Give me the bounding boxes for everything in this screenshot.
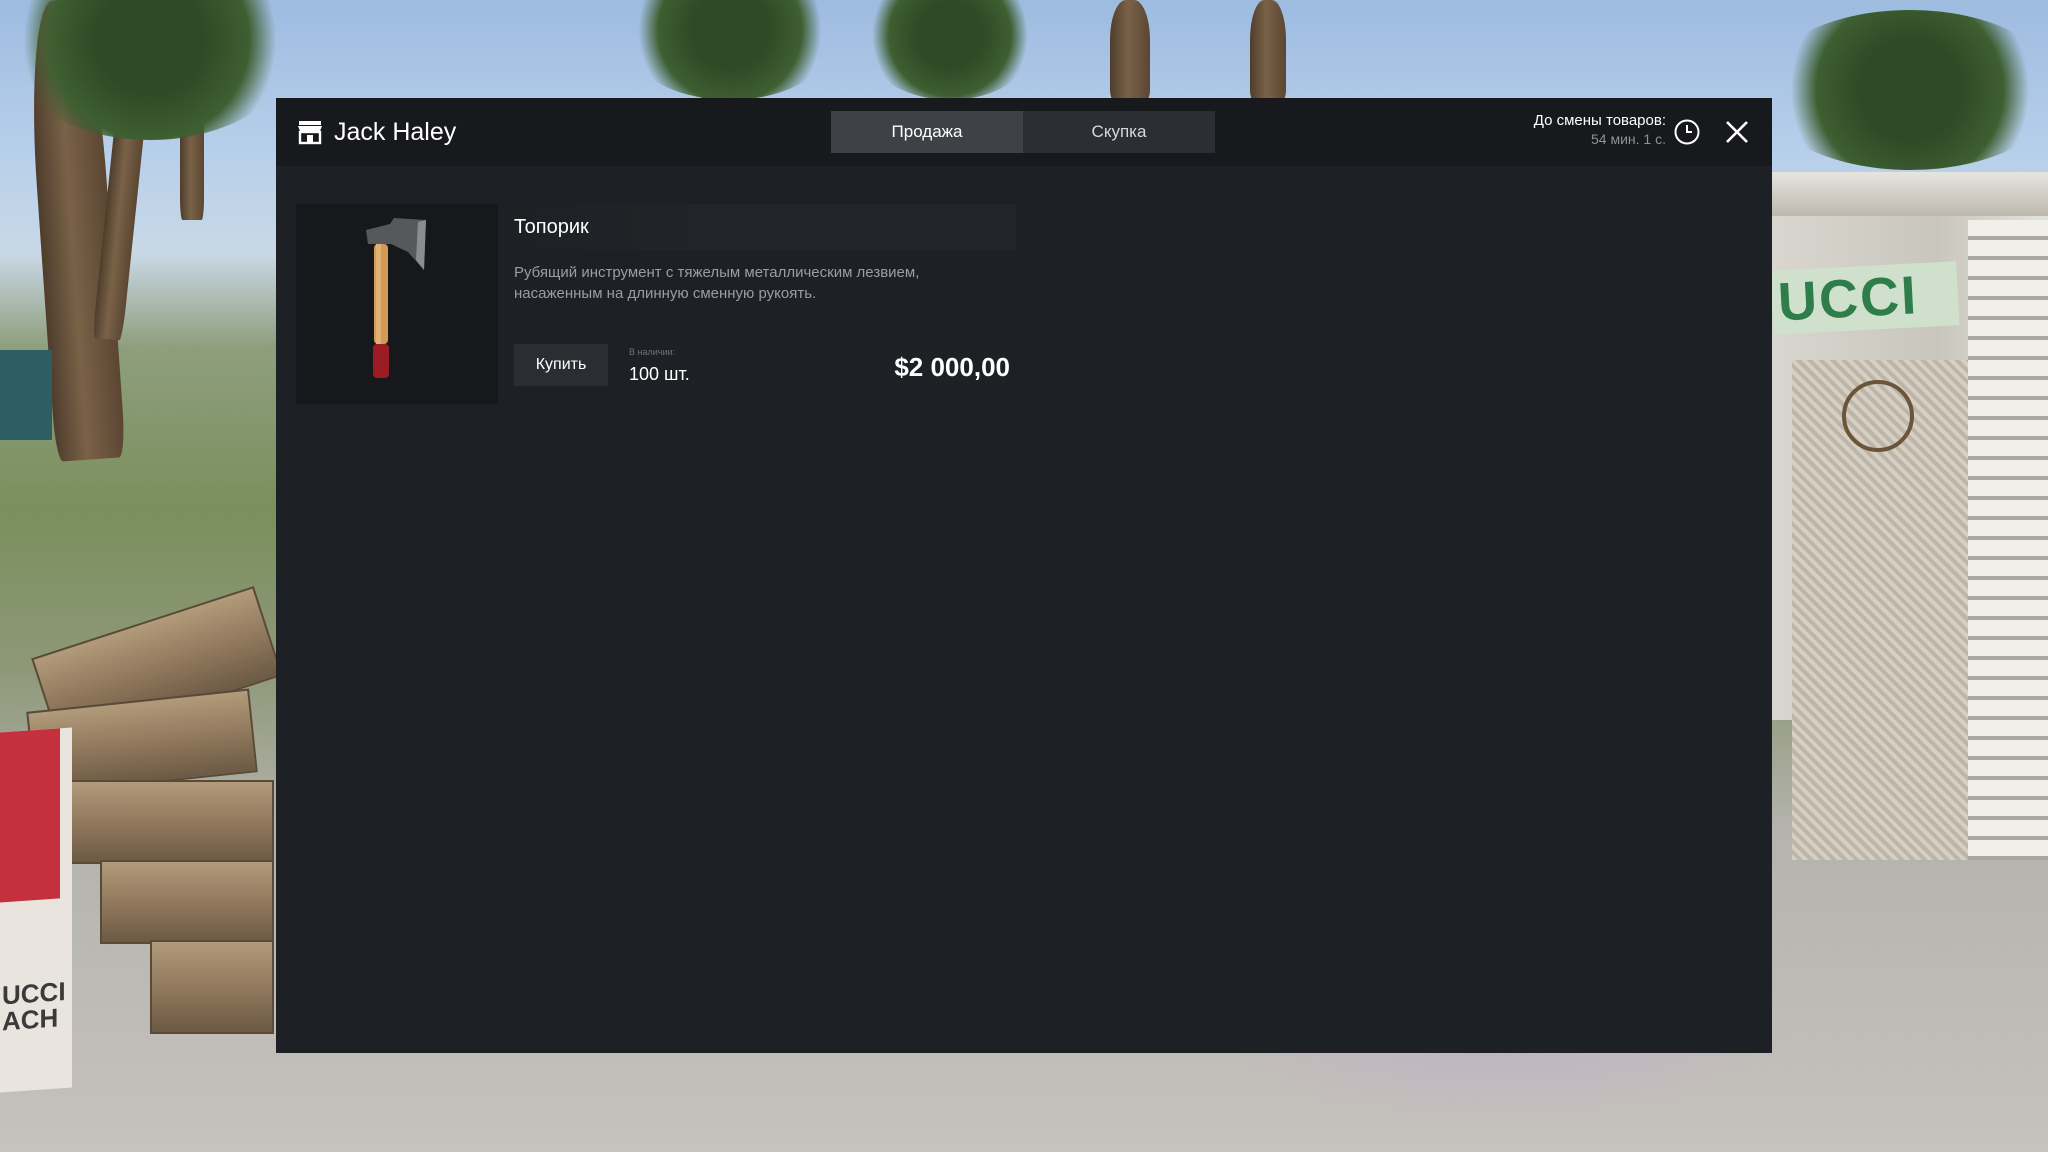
restock-timer-label: До смены товаров: [1533,112,1666,129]
shop-title: Jack Haley [296,114,456,150]
tab-bar: Продажа Скупка [831,111,1215,153]
restock-timer-value: 54 мин. 1 с. [1591,131,1666,147]
store-icon [298,121,322,145]
axe-icon [366,218,426,378]
shop-window: Jack Haley Продажа Скупка До смены товар… [276,98,1772,1053]
tab-sell[interactable]: Продажа [831,111,1023,153]
product-card: Топорик Рубящий инструмент с тяжелым мет… [296,204,1016,404]
product-name: Топорик [514,216,589,238]
product-header: Топорик [498,204,1016,250]
tab-buyback[interactable]: Скупка [1023,111,1215,153]
buy-button[interactable]: Купить [514,344,608,386]
stock-label: В наличии: [629,347,676,357]
product-price: $2 000,00 [894,352,1010,382]
product-description: Рубящий инструмент с тяжелым металлическ… [514,264,920,302]
product-image [296,204,498,404]
shop-header: Jack Haley Продажа Скупка До смены товар… [276,98,1772,166]
restock-timer: До смены товаров: 54 мин. 1 с. [1534,112,1666,148]
stock-value: 100 шт. [629,364,690,384]
shop-name: Jack Haley [334,117,457,146]
clock-icon [1674,119,1700,145]
close-icon[interactable] [1723,118,1751,146]
